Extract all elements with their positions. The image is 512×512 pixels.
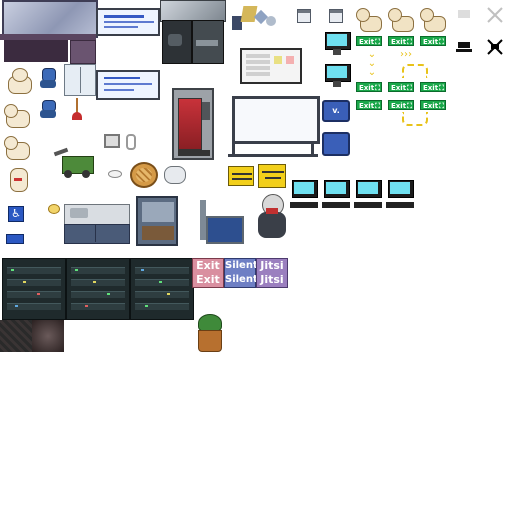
computer-monitor-icon — [325, 32, 351, 58]
exit-sign: Exit — [420, 100, 446, 111]
version-badge: v. 0.6 — [322, 100, 350, 133]
server-rack-icon — [130, 258, 194, 320]
dog-icon — [388, 6, 414, 34]
plant-icon — [194, 314, 224, 352]
calendar-icon — [297, 9, 311, 23]
dog-icon — [6, 68, 32, 96]
fridge-icon — [64, 64, 96, 96]
dog-icon — [4, 102, 30, 130]
dog-icon — [356, 6, 382, 34]
computer-monitor-icon — [325, 64, 351, 90]
wheelchair-icon: ♿ — [8, 206, 24, 222]
exit-sign: Exit — [388, 36, 414, 47]
dog-icon — [8, 164, 34, 192]
exit-sign: Exit — [388, 82, 414, 93]
exit-label: Exit — [196, 259, 220, 272]
exit-sign: Exit — [420, 36, 446, 47]
computer-monitor-icon — [354, 180, 382, 210]
silent-label: Silent — [225, 274, 258, 285]
exit-sign: Exit — [420, 82, 446, 93]
computer-monitor-icon — [232, 4, 278, 32]
exit-sign: Exit — [356, 100, 382, 111]
warning-sign — [228, 166, 254, 186]
bulletin-board-icon — [240, 48, 302, 84]
floor-texture — [0, 320, 64, 352]
chevron-down-icon — [402, 112, 428, 126]
chair-icon — [40, 100, 56, 122]
plate-icon — [108, 170, 122, 178]
exit-label: Exit — [196, 273, 220, 286]
chair-icon — [40, 68, 56, 92]
warning-sign — [258, 164, 286, 188]
sink-icon — [64, 204, 130, 244]
no-signal-icon — [456, 40, 472, 54]
whiteboard-icon — [96, 8, 160, 36]
server-rack-icon — [66, 258, 130, 320]
tablet-icon — [104, 134, 120, 148]
chevron-right-icon: ››› — [400, 49, 412, 60]
silent-label: Silent — [225, 260, 258, 271]
jitsi-label-tile: Jitsi Jitsi — [256, 258, 288, 288]
chevron-down-icon: ⌄ ⌄ ⌄ — [367, 49, 377, 78]
jitsi-label: Jitsi — [260, 273, 284, 286]
no-signal-icon — [456, 8, 472, 22]
whiteboard-icon — [228, 96, 320, 158]
jitsi-label: Jitsi — [260, 259, 284, 272]
no-signal-icon — [486, 38, 504, 56]
calendar-icon — [329, 9, 343, 23]
cable-icon — [126, 134, 136, 150]
teapot-icon — [164, 166, 186, 184]
exit-sign: Exit — [356, 82, 382, 93]
silent-label-tile: Silent Silent — [224, 258, 258, 288]
coffee-machine-icon — [160, 0, 226, 64]
computer-monitor-icon — [322, 132, 350, 156]
dog-icon — [420, 6, 446, 34]
lamp-icon — [48, 204, 60, 214]
no-signal-icon — [486, 6, 504, 24]
person-icon — [256, 194, 288, 240]
chevron-up-icon — [402, 64, 428, 78]
server-rack-icon — [2, 258, 66, 320]
dog-icon — [4, 134, 30, 162]
desk-icon — [0, 0, 98, 64]
fridge-icon — [136, 196, 178, 246]
computer-monitor-icon — [196, 200, 244, 244]
exit-sign: Exit — [388, 100, 414, 111]
exit-sign: Exit — [356, 36, 382, 47]
computer-monitor-icon — [322, 180, 350, 210]
exit-label-tile: Exit Exit — [192, 258, 224, 288]
pie-icon — [130, 162, 158, 188]
plunger-icon — [72, 98, 82, 122]
vending-machine-icon — [172, 88, 214, 160]
wheelchair-icon — [6, 234, 24, 244]
whiteboard-icon — [96, 70, 160, 100]
cart-icon — [53, 147, 100, 180]
computer-monitor-icon — [290, 180, 318, 210]
computer-monitor-icon — [386, 180, 414, 210]
